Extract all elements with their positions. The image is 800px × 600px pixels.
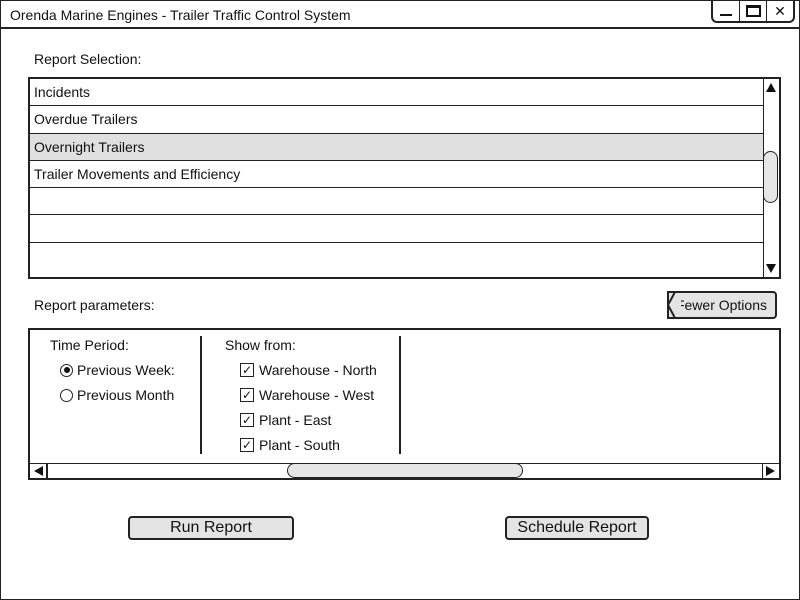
minimize-button[interactable]	[713, 1, 740, 21]
report-selection-label: Report Selection:	[34, 51, 142, 67]
radio-button[interactable]	[60, 388, 73, 402]
scroll-right-arrow-icon[interactable]	[766, 466, 775, 476]
radio-previous-week[interactable]: Previous Week:	[60, 362, 175, 378]
checkbox-warehouse-north[interactable]: ✓ Warehouse - North	[240, 362, 377, 378]
horizontal-scrollbar[interactable]	[30, 463, 779, 478]
schedule-report-button[interactable]: Schedule Report	[505, 516, 649, 540]
scroll-up-arrow-icon[interactable]	[766, 83, 776, 92]
report-list-item[interactable]	[30, 188, 763, 216]
maximize-icon	[745, 5, 761, 17]
checkmark-icon: ✓	[241, 388, 253, 402]
report-rows: Incidents Overdue Trailers Overnight Trail…	[30, 79, 763, 270]
tab-notch-icon	[667, 291, 681, 319]
checkbox[interactable]: ✓	[240, 413, 254, 427]
checkbox[interactable]: ✓	[240, 363, 254, 377]
vertical-scroll-thumb[interactable]	[763, 151, 778, 203]
checkbox-label: Plant - East	[259, 412, 332, 428]
checkbox-label: Warehouse - West	[259, 387, 375, 403]
radio-selected-dot	[63, 367, 70, 373]
report-list-item[interactable]	[30, 215, 763, 243]
checkbox[interactable]: ✓	[240, 438, 254, 452]
window-controls: ✕	[711, 1, 795, 23]
radio-label: Previous Week:	[77, 362, 175, 378]
checkbox-label: Plant - South	[259, 437, 340, 453]
column-divider	[399, 336, 401, 454]
scroll-left-arrow-icon[interactable]	[34, 466, 43, 476]
radio-button[interactable]	[60, 363, 73, 377]
scrollbar-separator	[46, 464, 48, 478]
checkbox[interactable]: ✓	[240, 388, 254, 402]
scroll-down-arrow-icon[interactable]	[766, 264, 776, 273]
time-period-label: Time Period:	[50, 337, 129, 353]
fewer-options-button[interactable]: Fewer Options	[667, 291, 777, 319]
report-list-item[interactable]	[30, 243, 763, 270]
checkmark-icon: ✓	[241, 363, 253, 377]
fewer-options-label: Fewer Options	[675, 297, 767, 313]
radio-label: Previous Month	[77, 387, 175, 403]
run-report-button[interactable]: Run Report	[128, 516, 294, 540]
app-window: Orenda Marine Engines - Trailer Traffic …	[0, 0, 800, 600]
title-bar[interactable]: Orenda Marine Engines - Trailer Traffic …	[1, 1, 799, 29]
horizontal-scroll-thumb[interactable]	[287, 463, 523, 478]
radio-previous-month[interactable]: Previous Month	[60, 387, 174, 403]
close-icon: ✕	[774, 2, 786, 19]
vertical-scrollbar[interactable]	[763, 79, 779, 277]
close-button[interactable]: ✕	[767, 1, 793, 21]
window-title: Orenda Marine Engines - Trailer Traffic …	[10, 7, 351, 23]
checkbox-plant-east[interactable]: ✓ Plant - East	[240, 412, 331, 428]
report-list-item[interactable]: Overnight Trailers	[30, 133, 763, 161]
report-parameters-label: Report parameters:	[34, 297, 155, 313]
report-list-item[interactable]: Trailer Movements and Efficiency	[30, 161, 763, 189]
checkbox-warehouse-west[interactable]: ✓ Warehouse - West	[240, 387, 374, 403]
report-parameters-panel: Time Period: Previous Week: Previous Mon…	[28, 328, 781, 480]
show-from-label: Show from:	[225, 337, 296, 353]
checkbox-plant-south[interactable]: ✓ Plant - South	[240, 437, 340, 453]
report-selection-list[interactable]: Incidents Overdue Trailers Overnight Trail…	[28, 77, 781, 279]
column-divider	[200, 336, 202, 454]
report-list-item[interactable]: Incidents	[30, 79, 763, 107]
checkmark-icon: ✓	[241, 438, 253, 452]
checkmark-icon: ✓	[241, 413, 253, 427]
minimize-icon	[720, 14, 732, 16]
scrollbar-separator	[761, 464, 763, 478]
checkbox-label: Warehouse - North	[259, 362, 377, 378]
maximize-button[interactable]	[740, 1, 767, 21]
report-list-item[interactable]: Overdue Trailers	[30, 106, 763, 134]
